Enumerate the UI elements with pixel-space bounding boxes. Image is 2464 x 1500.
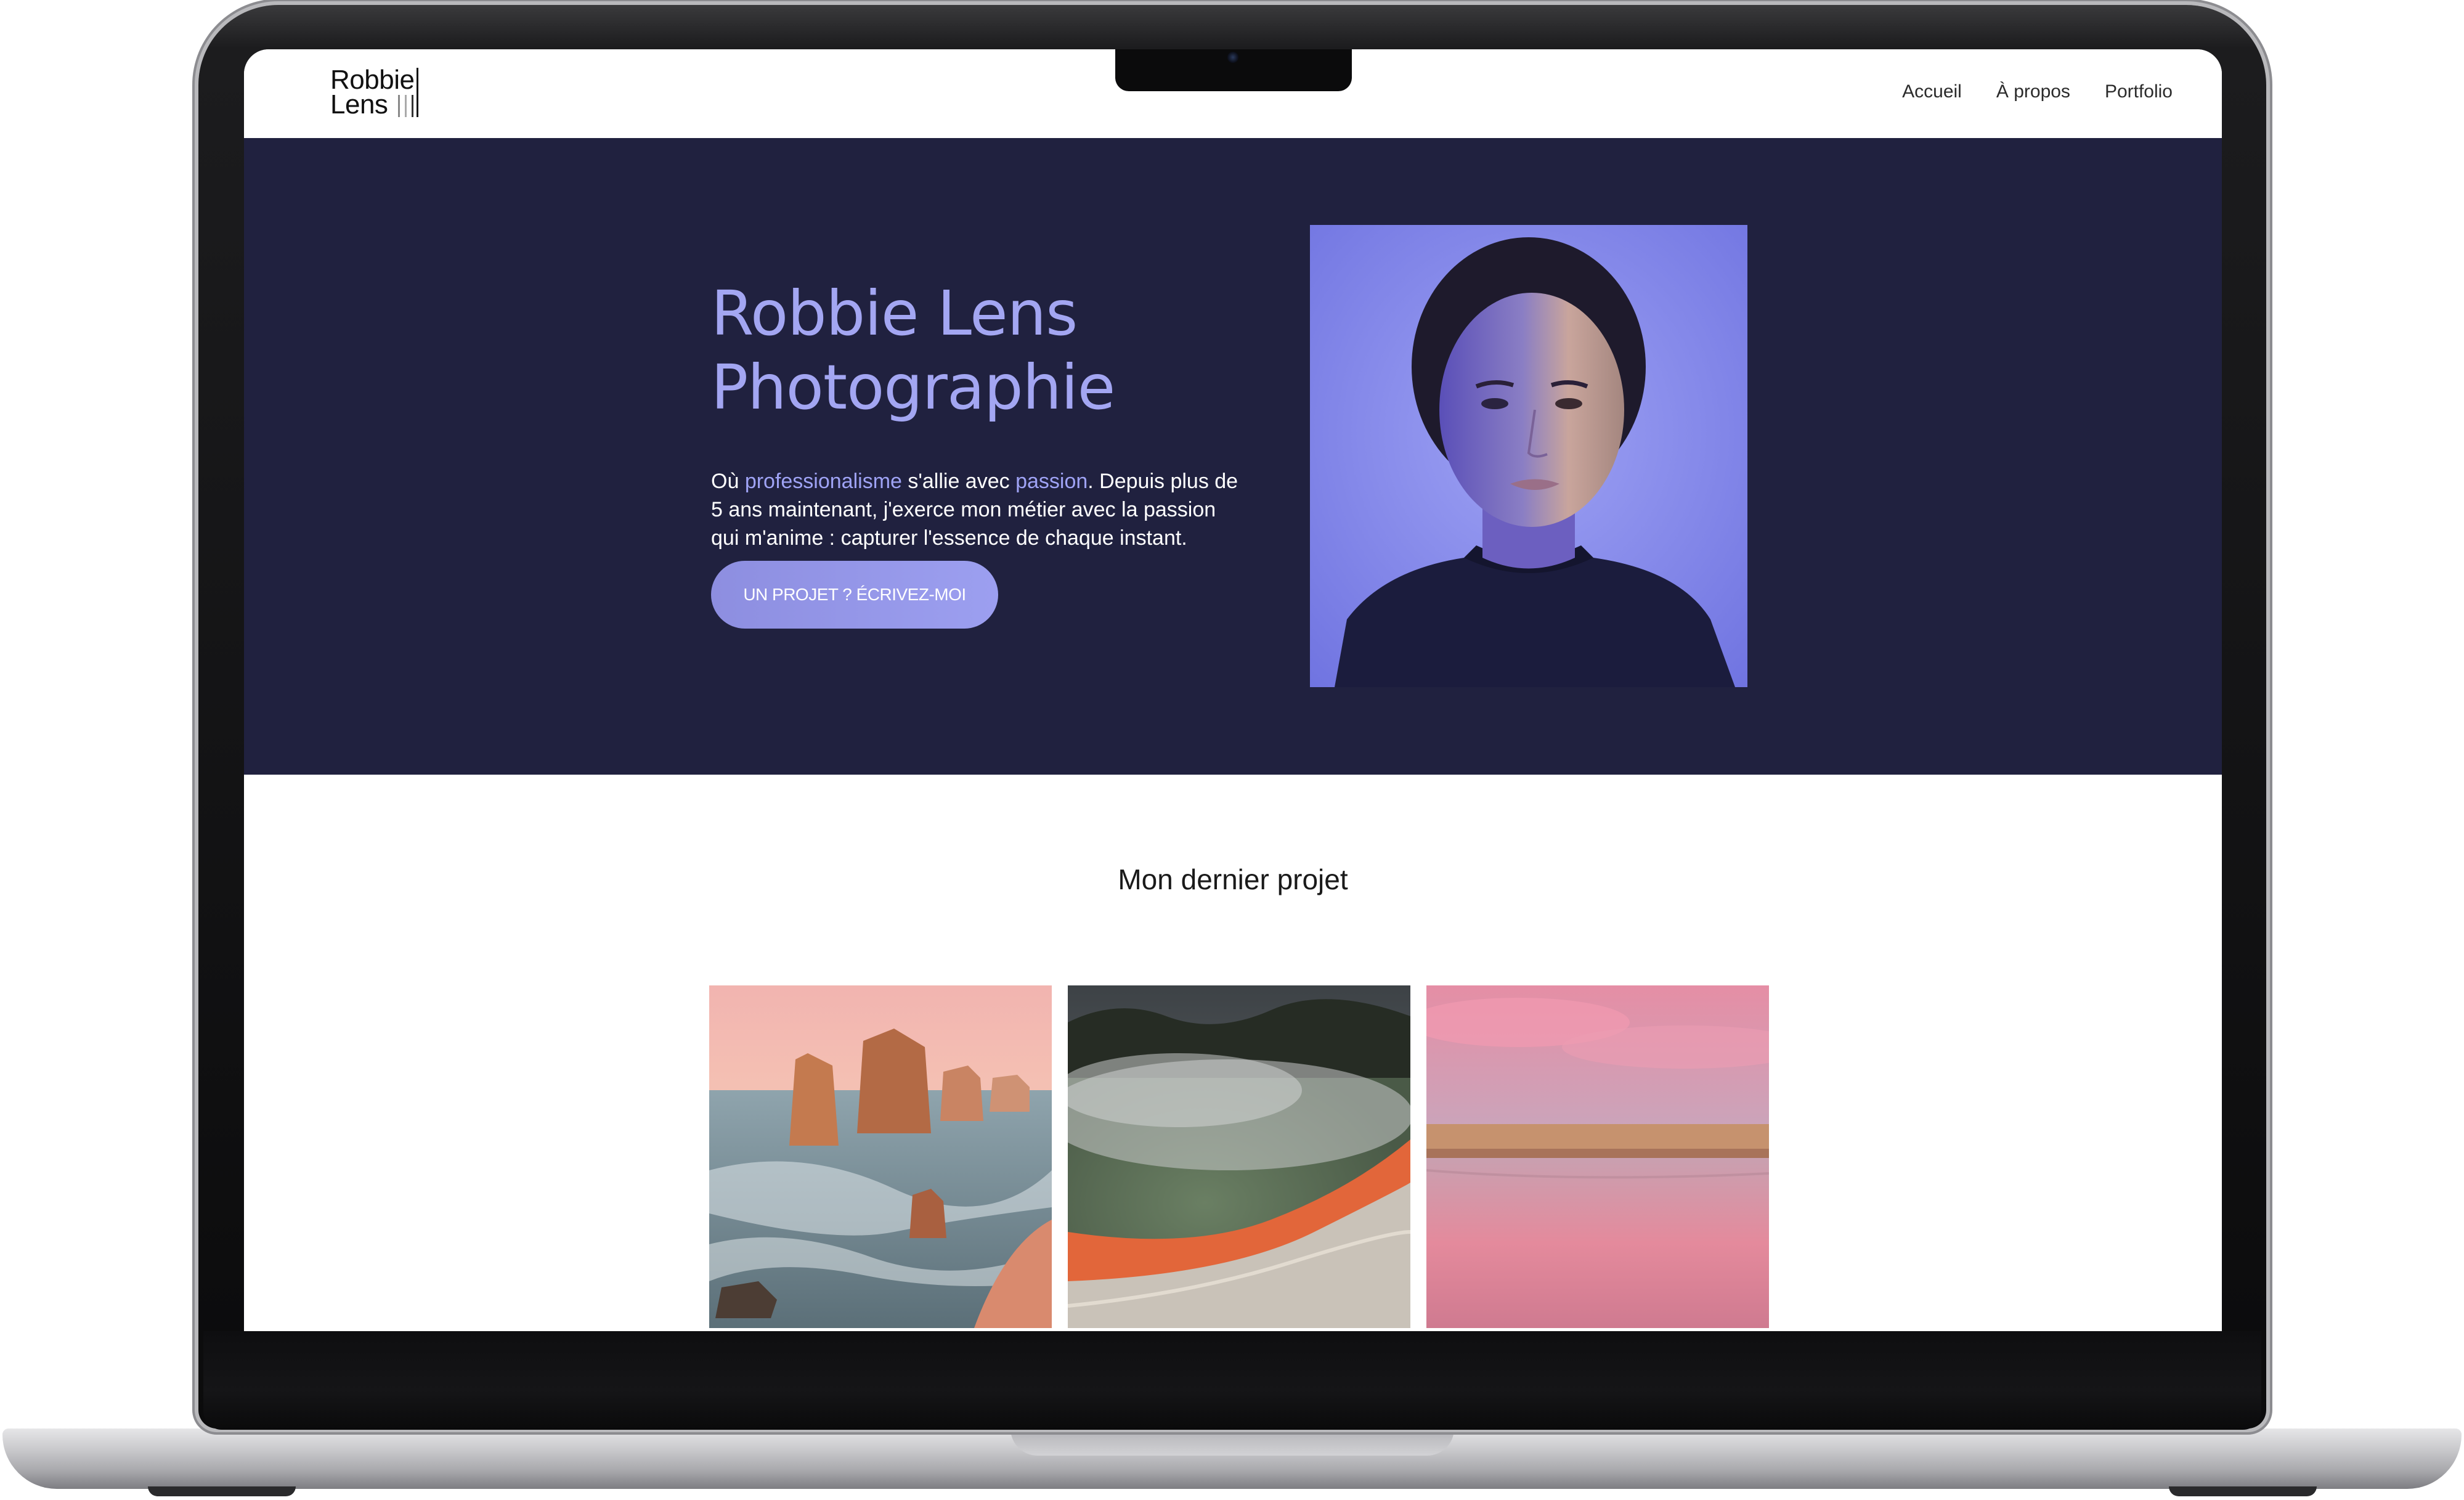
logo-bars-icon xyxy=(398,95,413,117)
gallery-photo-hot-spring[interactable] xyxy=(1068,985,1410,1328)
laptop-screen: Robbie Lens Accueil À propos Portfolio R… xyxy=(244,49,2222,1331)
gallery-photo-pink-beach[interactable] xyxy=(1426,985,1769,1328)
site-logo[interactable]: Robbie Lens xyxy=(330,65,429,123)
hero-title-line-2: Photographie xyxy=(711,351,1115,423)
contact-cta-button[interactable]: UN PROJET ? ÉCRIVEZ-MOI xyxy=(711,561,998,629)
hero-title: Robbie Lens Photographie xyxy=(711,277,1327,425)
logo-mark xyxy=(417,68,418,117)
hero-section: Robbie Lens Photographie Où professional… xyxy=(244,138,2222,775)
camera-notch xyxy=(1115,49,1352,91)
logo-line-2: Lens xyxy=(330,89,388,120)
camera-icon xyxy=(1227,52,1238,63)
main-nav: Accueil À propos Portfolio xyxy=(1902,81,2173,102)
nav-item-portfolio[interactable]: Portfolio xyxy=(2105,81,2173,102)
hero-text-part-2: s'allie avec xyxy=(901,470,1016,493)
laptop-foot-right xyxy=(2169,1486,2317,1496)
hero-text-part-1: Où xyxy=(711,470,745,493)
hero-text-accent-passion: passion xyxy=(1015,470,1088,493)
laptop-chin xyxy=(203,1331,2261,1430)
nav-item-accueil[interactable]: Accueil xyxy=(1902,81,1962,102)
gallery-photo-coastal-rocks[interactable] xyxy=(709,985,1052,1328)
hero-text-accent-professionalisme: professionalisme xyxy=(744,470,902,493)
project-section-title: Mon dernier projet xyxy=(1118,863,1348,895)
laptop-mockup: Robbie Lens Accueil À propos Portfolio R… xyxy=(0,0,2464,1500)
hero-title-line-1: Robbie Lens xyxy=(711,277,1078,349)
laptop-opening-notch xyxy=(1010,1429,1454,1456)
laptop-foot-left xyxy=(148,1486,296,1496)
nav-item-a-propos[interactable]: À propos xyxy=(1996,81,2070,102)
logo-line-1: Robbie xyxy=(330,65,415,95)
project-gallery xyxy=(709,985,1769,1328)
hero-description: Où professionalisme s'allie avec passion… xyxy=(711,467,1241,552)
portrait-image xyxy=(1310,225,1747,687)
